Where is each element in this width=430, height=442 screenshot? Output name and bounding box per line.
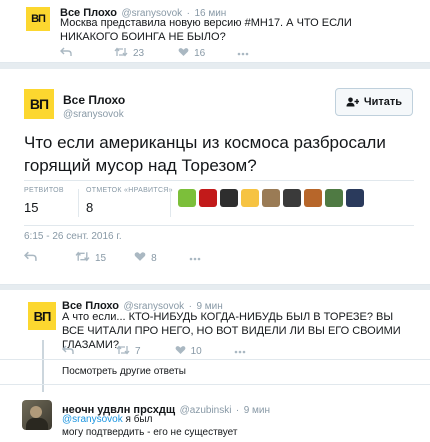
liker-avatar[interactable] — [178, 189, 196, 207]
avatar[interactable]: ВП — [26, 7, 50, 31]
follow-button[interactable]: Читать — [335, 88, 413, 116]
divider — [78, 189, 79, 217]
retweet-count: 23 — [133, 48, 145, 59]
author-name[interactable]: Все Плохо — [63, 93, 125, 107]
logo-text: ВП — [31, 13, 46, 25]
liker-avatar[interactable] — [346, 189, 364, 207]
retweets-label: РЕТВИТОВ — [24, 187, 64, 194]
liker-avatar[interactable] — [262, 189, 280, 207]
liker-avatar[interactable] — [304, 189, 322, 207]
more-icon[interactable] — [189, 253, 201, 264]
avatar[interactable]: ВП — [28, 302, 56, 330]
avatar-figure — [30, 406, 42, 418]
likes-label: ОТМЕТОК «НРАВИТСЯ» — [86, 187, 173, 194]
like-count: 8 — [151, 252, 157, 264]
more-icon[interactable] — [237, 48, 249, 59]
likes-value[interactable]: 8 — [86, 200, 93, 215]
logo-text: ВП — [33, 308, 52, 324]
reply-actions: 7 10 — [62, 345, 251, 358]
more-icon[interactable] — [234, 346, 246, 357]
follow-label: Читать — [363, 96, 403, 108]
retweet-icon[interactable] — [114, 47, 128, 60]
top-tweet[interactable]: ВП Все Плохо @sranysovok · 16 мин Москва… — [0, 0, 430, 63]
bottom-reply-text: @sranysovok я был могу подтвердить - его… — [62, 413, 414, 439]
retweet-icon[interactable] — [75, 251, 90, 265]
reply-icon[interactable] — [62, 345, 74, 358]
liker-avatar[interactable] — [325, 189, 343, 207]
follow-icon — [346, 97, 359, 107]
tweet-actions: 23 16 — [60, 47, 254, 60]
user-avatar[interactable] — [22, 400, 52, 430]
liker-avatar[interactable] — [241, 189, 259, 207]
tweet-timestamp[interactable]: 6:15 - 26 сент. 2016 г. — [24, 231, 122, 242]
logo-text: ВП — [29, 96, 49, 112]
reply-text-part: я был — [122, 414, 153, 425]
divider — [170, 189, 171, 217]
avatar-figure-body — [26, 418, 48, 430]
retweet-count: 7 — [135, 346, 141, 357]
retweets-value[interactable]: 15 — [24, 200, 38, 215]
retweet-count: 15 — [95, 252, 107, 264]
liker-avatar[interactable] — [283, 189, 301, 207]
main-tweet-actions: 15 8 — [24, 251, 206, 265]
reply-text-line2: могу подтвердить - его не существует — [62, 427, 238, 438]
reply-icon[interactable] — [24, 251, 37, 265]
liker-avatar[interactable] — [199, 189, 217, 207]
more-replies[interactable]: Посмотреть другие ответы — [0, 359, 430, 385]
more-replies-label[interactable]: Посмотреть другие ответы — [62, 366, 186, 377]
retweet-icon[interactable] — [116, 345, 130, 358]
author-handle[interactable]: @sranysovok — [63, 109, 124, 120]
twitter-timeline: ВП Все Плохо @sranysovok · 16 мин Москва… — [0, 0, 430, 442]
like-count: 10 — [190, 346, 202, 357]
liker-avatar[interactable] — [220, 189, 238, 207]
mention-link[interactable]: @sranysovok — [62, 414, 123, 425]
like-icon[interactable] — [134, 251, 146, 265]
like-count: 16 — [194, 48, 206, 59]
like-icon[interactable] — [175, 345, 186, 358]
reply-icon[interactable] — [60, 47, 72, 60]
avatar[interactable]: ВП — [24, 89, 54, 119]
tweet-stats: РЕТВИТОВ 15 ОТМЕТОК «НРАВИТСЯ» 8 — [24, 180, 414, 226]
tweet-text: Москва представила новую версию #MH17. А… — [60, 17, 352, 43]
main-tweet-text: Что если американцы из космоса разбросал… — [24, 133, 386, 175]
like-icon[interactable] — [178, 47, 189, 60]
